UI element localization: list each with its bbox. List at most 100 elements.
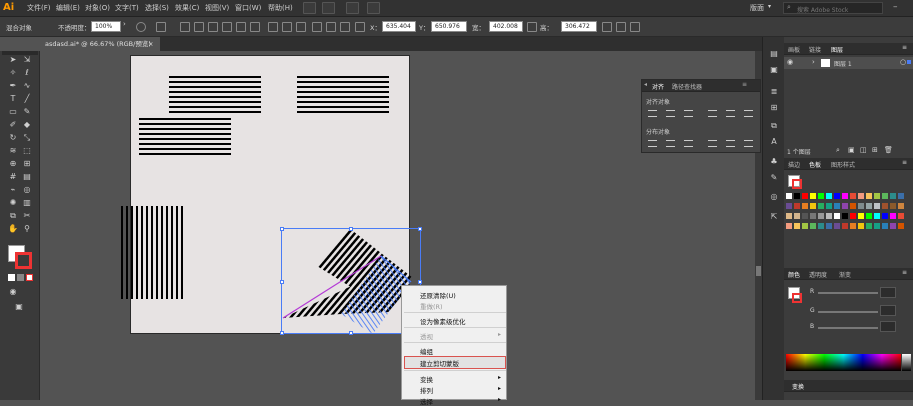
panel-menu-icon[interactable]: ≡ bbox=[742, 81, 747, 88]
color-swatch[interactable] bbox=[810, 203, 816, 209]
align-bottom-icon[interactable] bbox=[250, 22, 260, 32]
distribute-middle-icon[interactable] bbox=[282, 22, 292, 32]
scale-tool-icon[interactable]: ⤡ bbox=[22, 133, 32, 143]
color-swatch[interactable] bbox=[842, 193, 848, 199]
shaper-tool-icon[interactable]: ✐ bbox=[8, 120, 18, 130]
distribute-left-icon[interactable] bbox=[708, 140, 717, 147]
distribute-bottom-icon[interactable] bbox=[684, 140, 693, 147]
artboard-tool-icon[interactable]: ⧉ bbox=[8, 211, 18, 221]
menu-item-undo[interactable]: 还原清除(U) bbox=[420, 290, 456, 300]
opacity-label[interactable]: 不透明度： bbox=[58, 22, 91, 32]
menu-help[interactable]: 帮助(H) bbox=[268, 3, 293, 13]
document-tab[interactable]: asdasd.ai* @ 66.67% (RGB/预览) × bbox=[40, 37, 160, 51]
resize-handle[interactable] bbox=[349, 331, 353, 335]
color-swatch[interactable] bbox=[802, 213, 808, 219]
bridge-icon[interactable] bbox=[303, 2, 316, 14]
menu-select[interactable]: 选择(S) bbox=[145, 3, 169, 13]
color-swatch[interactable] bbox=[810, 193, 816, 199]
color-swatch[interactable] bbox=[898, 223, 904, 229]
tab-pathfinder[interactable]: 路径查找器 bbox=[672, 82, 702, 91]
distribute-center-icon[interactable] bbox=[326, 22, 336, 32]
color-swatch[interactable] bbox=[826, 203, 832, 209]
menu-item-pixel-optimize[interactable]: 设为像素级优化 bbox=[420, 316, 466, 326]
menu-item-perspective[interactable]: 透视 bbox=[420, 331, 433, 341]
free-transform-tool-icon[interactable]: ⬚ bbox=[22, 146, 32, 156]
tab-swatches[interactable]: 色板 bbox=[809, 160, 821, 169]
libraries-icon[interactable]: ▣ bbox=[769, 65, 779, 75]
align-center-icon[interactable] bbox=[194, 22, 204, 32]
properties-icon[interactable]: ▤ bbox=[769, 49, 779, 59]
menu-file[interactable]: 文件(F) bbox=[27, 3, 51, 13]
color-swatch[interactable] bbox=[826, 223, 832, 229]
tab-gradient[interactable]: 渐变 bbox=[839, 270, 851, 279]
eraser-tool-icon[interactable]: ◆ bbox=[22, 120, 32, 130]
color-swatch[interactable] bbox=[842, 213, 848, 219]
new-layer-icon[interactable]: ⊞ bbox=[872, 146, 878, 154]
selection-bounding-box[interactable] bbox=[280, 227, 422, 335]
color-swatch[interactable] bbox=[818, 223, 824, 229]
distribute-right-icon[interactable] bbox=[744, 140, 753, 147]
color-swatch[interactable] bbox=[834, 213, 840, 219]
resize-handle[interactable] bbox=[280, 331, 284, 335]
slice-tool-icon[interactable]: ✂ bbox=[22, 211, 32, 221]
panel-menu-icon[interactable]: ≡ bbox=[902, 269, 907, 276]
color-swatch[interactable] bbox=[882, 193, 888, 199]
color-swatch[interactable] bbox=[874, 193, 880, 199]
color-swatch[interactable] bbox=[794, 203, 800, 209]
distribute-top-icon[interactable] bbox=[268, 22, 278, 32]
blend-tool-icon[interactable]: ◎ bbox=[22, 185, 32, 195]
color-swatch[interactable] bbox=[810, 223, 816, 229]
rectangle-tool-icon[interactable]: ▭ bbox=[8, 107, 18, 117]
workspace-switcher[interactable]: 版面 bbox=[750, 3, 764, 13]
r-slider[interactable] bbox=[818, 292, 878, 294]
stripe-group-horizontal[interactable] bbox=[139, 118, 231, 155]
gradient-tool-icon[interactable]: ▤ bbox=[22, 172, 32, 182]
color-swatch[interactable] bbox=[874, 203, 880, 209]
color-swatch[interactable] bbox=[882, 213, 888, 219]
color-swatch[interactable] bbox=[858, 203, 864, 209]
color-swatch[interactable] bbox=[874, 213, 880, 219]
line-tool-icon[interactable]: ╱ bbox=[22, 94, 32, 104]
align-right-icon[interactable] bbox=[208, 22, 218, 32]
new-sublayer-icon[interactable]: ▣ bbox=[848, 146, 855, 154]
color-swatch[interactable] bbox=[794, 193, 800, 199]
b-slider[interactable] bbox=[818, 327, 878, 329]
zoom-tool-icon[interactable]: ⚲ bbox=[22, 224, 32, 234]
trash-icon[interactable]: 🗑 bbox=[884, 146, 893, 154]
align-left-icon[interactable] bbox=[648, 110, 657, 117]
align-right-icon[interactable] bbox=[684, 110, 693, 117]
menu-item-arrange[interactable]: 排列 bbox=[420, 385, 433, 395]
gradient-mode-icon[interactable] bbox=[17, 274, 24, 281]
paintbrush-tool-icon[interactable]: ✎ bbox=[22, 107, 32, 117]
stripe-group-vertical[interactable] bbox=[121, 206, 185, 299]
color-swatch[interactable] bbox=[874, 223, 880, 229]
color-swatch[interactable] bbox=[786, 193, 792, 199]
color-swatch[interactable] bbox=[866, 193, 872, 199]
menu-item-group[interactable]: 编组 bbox=[420, 346, 433, 356]
menu-type[interactable]: 文字(T) bbox=[115, 3, 139, 13]
color-swatch[interactable] bbox=[890, 213, 896, 219]
color-swatch[interactable] bbox=[834, 193, 840, 199]
chevron-right-icon[interactable]: › bbox=[123, 20, 126, 28]
w-field[interactable]: 402.008 bbox=[489, 21, 523, 32]
menu-object[interactable]: 对象(O) bbox=[85, 3, 110, 13]
visibility-icon[interactable]: ◉ bbox=[787, 58, 793, 66]
tab-links[interactable]: 链接 bbox=[809, 45, 821, 54]
color-spectrum[interactable] bbox=[786, 354, 901, 371]
color-swatch[interactable] bbox=[818, 193, 824, 199]
symbol-sprayer-tool-icon[interactable]: ✺ bbox=[8, 198, 18, 208]
h-field[interactable]: 306.472 bbox=[561, 21, 597, 32]
brushes-icon[interactable]: ✎ bbox=[769, 173, 779, 183]
collapse-icon[interactable]: ◂ bbox=[644, 81, 647, 88]
tab-layers[interactable]: 图层 bbox=[831, 45, 843, 54]
align-grid-icon[interactable] bbox=[156, 22, 166, 32]
minimize-icon[interactable]: – bbox=[893, 2, 898, 12]
x-field[interactable]: 635.404 bbox=[382, 21, 416, 32]
color-swatch[interactable] bbox=[898, 213, 904, 219]
panel-menu-icon[interactable]: ≡ bbox=[902, 44, 907, 51]
stroke-swatch[interactable] bbox=[792, 293, 802, 303]
align-horizontal-center-icon[interactable] bbox=[666, 110, 675, 117]
gpu-icon[interactable] bbox=[346, 2, 359, 14]
stroke-swatch[interactable] bbox=[792, 179, 802, 189]
color-swatch[interactable] bbox=[818, 203, 824, 209]
